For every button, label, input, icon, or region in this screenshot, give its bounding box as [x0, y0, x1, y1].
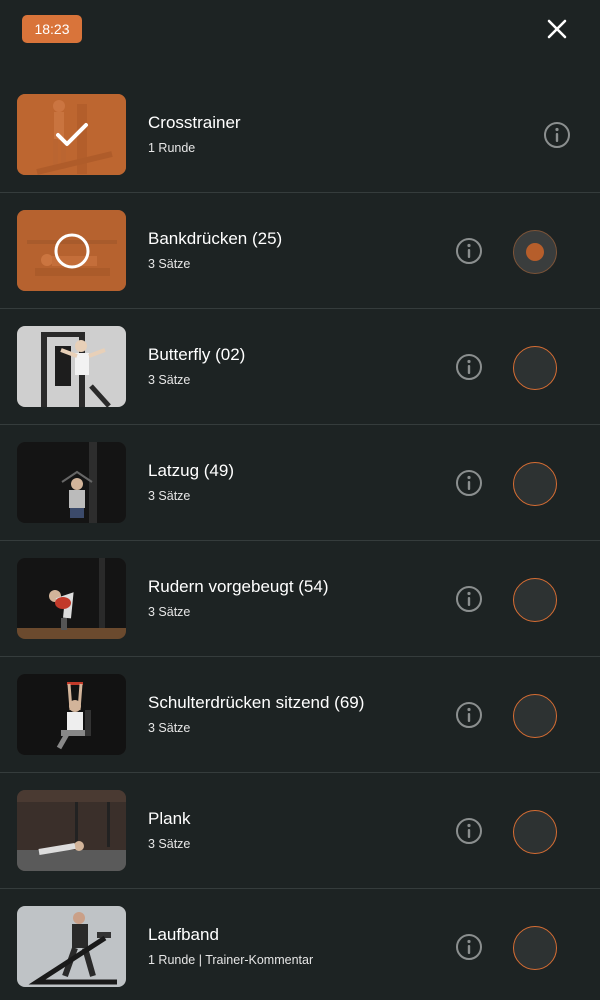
checkmark-icon	[55, 122, 88, 146]
complete-toggle[interactable]	[513, 346, 557, 390]
progress-overlay	[17, 210, 126, 291]
exercise-thumbnail	[17, 790, 126, 871]
exercise-title: Crosstrainer	[148, 113, 241, 132]
ring-icon	[54, 233, 89, 268]
exercise-subtitle: 1 Runde	[148, 141, 196, 155]
exercise-title: Bankdrücken (25)	[148, 229, 283, 248]
exercise-thumbnail	[17, 94, 126, 175]
exercise-list: Crosstrainer 1 Runde Bankdrücken (25) 3 …	[0, 77, 600, 1000]
info-icon	[456, 818, 482, 844]
exercise-thumbnail	[17, 210, 126, 291]
info-button[interactable]	[455, 353, 483, 381]
exercise-subtitle: 3 Sätze	[148, 373, 191, 387]
exercise-subtitle: 3 Sätze	[148, 257, 191, 271]
exercise-row-crosstrainer[interactable]: Crosstrainer 1 Runde	[0, 77, 600, 193]
exercise-thumbnail	[17, 558, 126, 639]
exercise-title: Latzug (49)	[148, 461, 234, 480]
complete-toggle[interactable]	[513, 810, 557, 854]
progress-dot	[526, 243, 544, 261]
exercise-thumbnail	[17, 674, 126, 755]
exercise-row-bankdruecken[interactable]: Bankdrücken (25) 3 Sätze	[0, 193, 600, 309]
exercise-title: Rudern vorgebeugt (54)	[148, 577, 329, 596]
exercise-thumbnail	[17, 906, 126, 987]
info-icon	[456, 586, 482, 612]
exercise-title: Plank	[148, 809, 191, 828]
exercise-subtitle: 3 Sätze	[148, 489, 191, 503]
exercise-subtitle: 3 Sätze	[148, 605, 191, 619]
close-button[interactable]	[540, 12, 574, 46]
info-button[interactable]	[455, 933, 483, 961]
info-button[interactable]	[455, 237, 483, 265]
info-icon	[544, 122, 570, 148]
info-button[interactable]	[543, 121, 571, 149]
info-icon	[456, 354, 482, 380]
complete-toggle[interactable]	[513, 926, 557, 970]
exercise-subtitle: 3 Sätze	[148, 837, 191, 851]
exercise-row-plank[interactable]: Plank 3 Sätze	[0, 773, 600, 889]
info-icon	[456, 702, 482, 728]
exercise-thumbnail	[17, 442, 126, 523]
exercise-row-butterfly[interactable]: Butterfly (02) 3 Sätze	[0, 309, 600, 425]
exercise-title: Butterfly (02)	[148, 345, 246, 364]
close-icon	[547, 19, 567, 39]
exercise-row-laufband[interactable]: Laufband 1 Runde | Trainer-Kommentar	[0, 889, 600, 1000]
info-icon	[456, 934, 482, 960]
info-icon	[456, 470, 482, 496]
timer-badge: 18:23	[22, 15, 82, 43]
exercise-thumbnail	[17, 326, 126, 407]
info-button[interactable]	[455, 817, 483, 845]
info-button[interactable]	[455, 701, 483, 729]
exercise-title: Laufband	[148, 925, 219, 944]
exercise-subtitle: 3 Sätze	[148, 721, 191, 735]
info-button[interactable]	[455, 469, 483, 497]
complete-toggle[interactable]	[513, 694, 557, 738]
info-icon	[456, 238, 482, 264]
exercise-subtitle: 1 Runde | Trainer-Kommentar	[148, 953, 314, 967]
done-overlay	[17, 94, 126, 175]
exercise-row-rudern[interactable]: Rudern vorgebeugt (54) 3 Sätze	[0, 541, 600, 657]
complete-toggle[interactable]	[513, 578, 557, 622]
exercise-row-schulterdruecken[interactable]: Schulterdrücken sitzend (69) 3 Sätze	[0, 657, 600, 773]
exercise-row-latzug[interactable]: Latzug (49) 3 Sätze	[0, 425, 600, 541]
info-button[interactable]	[455, 585, 483, 613]
complete-toggle[interactable]	[513, 462, 557, 506]
complete-toggle[interactable]	[513, 230, 557, 274]
top-bar: 18:23	[0, 0, 600, 75]
exercise-title: Schulterdrücken sitzend (69)	[148, 693, 365, 712]
